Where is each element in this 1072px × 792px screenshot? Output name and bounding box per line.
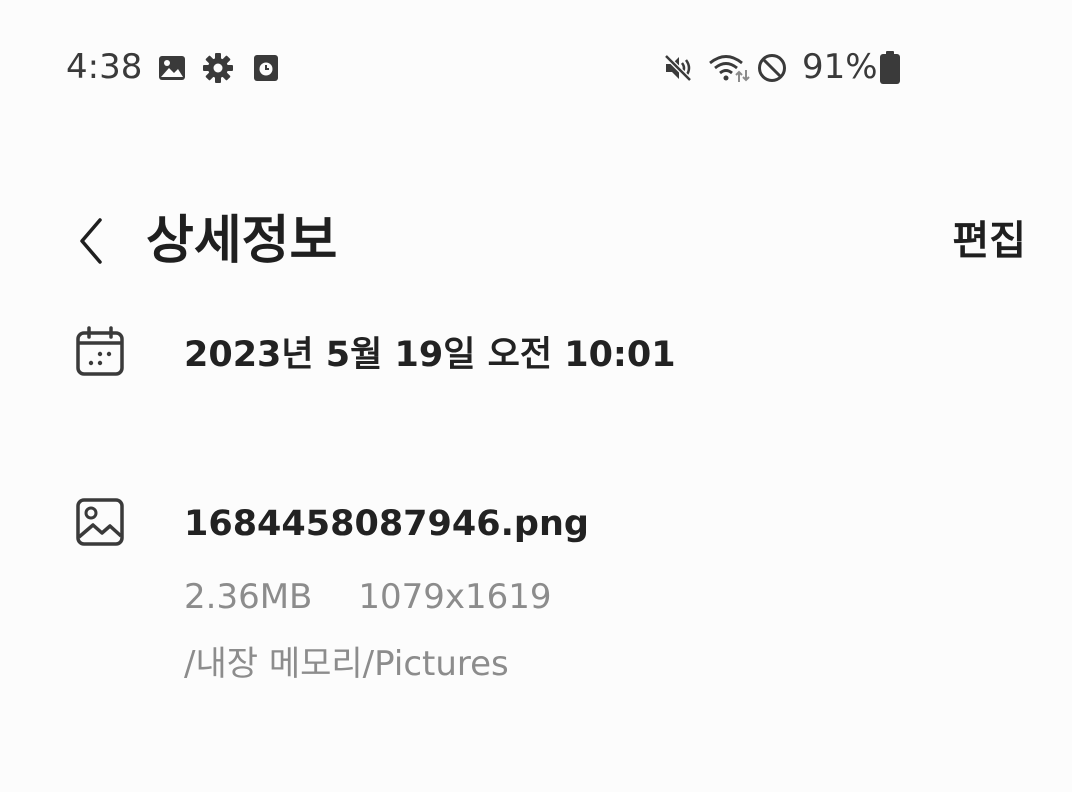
file-size: 2.36MB <box>184 577 313 617</box>
date-taken: 2023년 5월 19일 오전 10:01 <box>184 335 676 375</box>
do-not-disturb-icon <box>758 54 786 82</box>
gallery-notification-icon <box>159 56 185 80</box>
page-title: 상세정보 <box>146 211 338 271</box>
back-button[interactable] <box>60 206 120 276</box>
status-time: 4:38 <box>66 47 143 87</box>
battery-percent: 91% <box>802 47 878 87</box>
screen-recorder-icon <box>254 55 278 81</box>
file-resolution: 1079x1619 <box>358 577 552 617</box>
wifi-data-icon <box>709 55 750 82</box>
calendar-icon <box>76 326 124 376</box>
edit-button[interactable]: 편집 <box>952 211 1026 271</box>
settings-notification-icon <box>203 53 233 83</box>
image-file-icon <box>76 498 124 546</box>
file-name: 1684458087946.png <box>184 504 589 544</box>
mute-icon <box>664 54 692 82</box>
chevron-left-icon <box>80 218 102 264</box>
status-bar: 4:38 91% <box>0 40 1072 96</box>
file-path: /내장 메모리/Pictures <box>184 644 509 684</box>
file-meta: 2.36MB 1079x1619 <box>184 572 552 622</box>
battery-icon <box>880 51 900 84</box>
